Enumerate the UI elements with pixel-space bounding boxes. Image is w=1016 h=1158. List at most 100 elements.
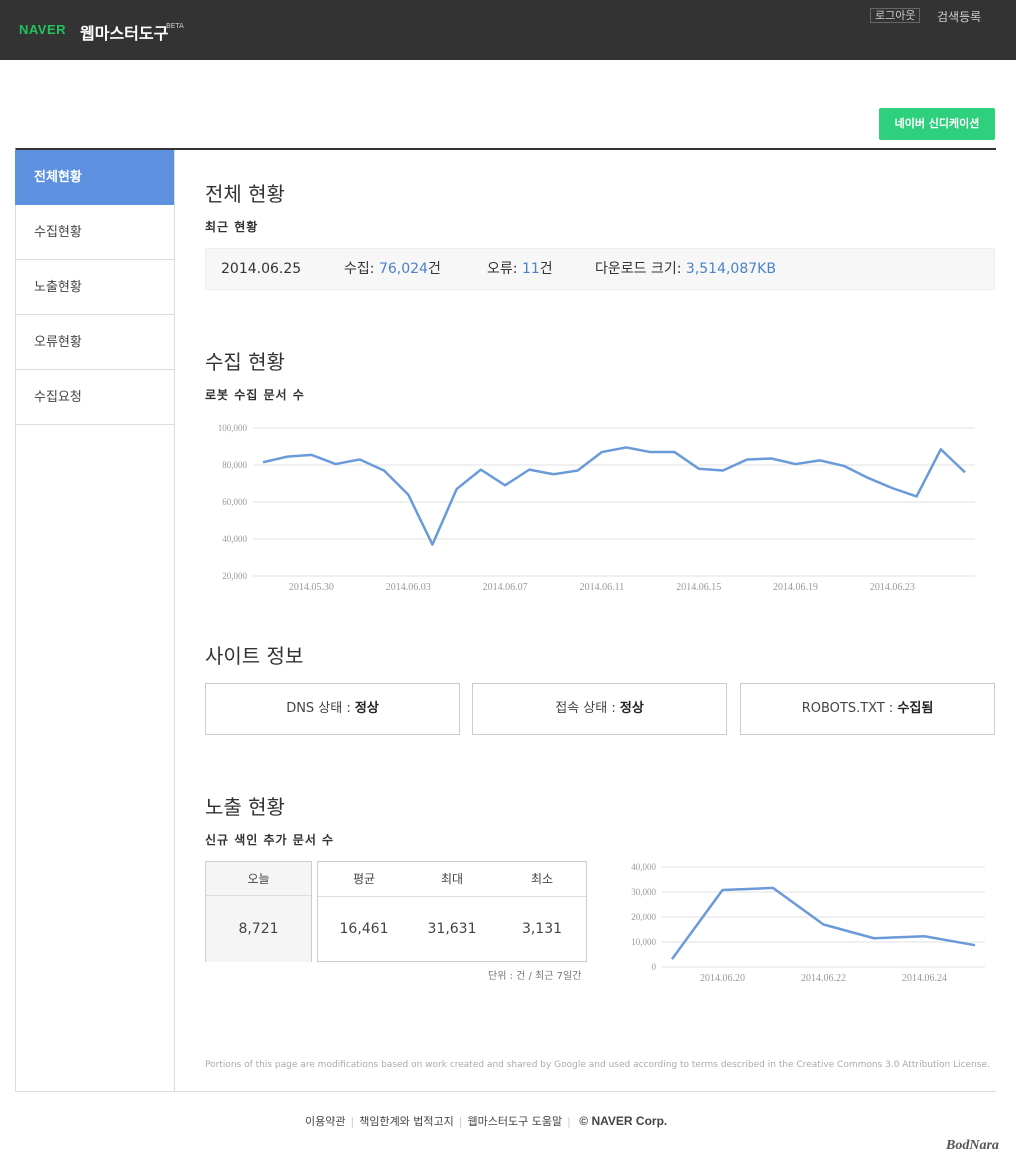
- max-value: 31,631: [427, 921, 477, 937]
- data-point[interactable]: [623, 444, 629, 450]
- x-tick-label: 2014.06.22: [801, 973, 846, 984]
- license-text: Portions of this page are modifications …: [205, 1060, 990, 1070]
- crawl-line-chart: 20,000 40,000 60,000 80,000 100,000 2014.05.3…: [218, 423, 975, 593]
- data-point[interactable]: [817, 457, 823, 463]
- data-point[interactable]: [793, 461, 799, 467]
- app-name[interactable]: 웹마스터도구: [80, 20, 168, 44]
- today-value: 8,721: [206, 896, 311, 962]
- data-point[interactable]: [357, 456, 363, 462]
- robots-status-box: ROBOTS.TXT : 수집됨: [740, 683, 995, 735]
- footer: 이용약관 | 책임한계와 법적고지 | 웹마스터도구 도움말 | © NAVER Corp…: [305, 1114, 668, 1128]
- crawl-title: 수집 현황: [205, 350, 285, 374]
- data-point[interactable]: [672, 449, 678, 455]
- data-point[interactable]: [405, 492, 411, 498]
- data-point[interactable]: [575, 468, 581, 474]
- data-point[interactable]: [972, 942, 978, 948]
- data-point[interactable]: [922, 933, 928, 939]
- min-label: 최소: [530, 872, 554, 886]
- x-tick-label: 2014.06.15: [676, 582, 721, 593]
- data-point[interactable]: [770, 885, 776, 891]
- robots-status-value: 수집됨: [897, 701, 934, 716]
- watermark-logo: BodNara: [946, 1138, 999, 1153]
- x-tick-label: 2014.06.19: [773, 582, 818, 593]
- data-point[interactable]: [308, 452, 314, 458]
- data-point[interactable]: [502, 482, 508, 488]
- logout-button[interactable]: 로그아웃: [870, 8, 921, 23]
- download-size: 다운로드 크기: 3,514,087KB: [595, 261, 776, 277]
- data-point[interactable]: [841, 463, 847, 469]
- crawl-subtitle: 로봇 수집 문서 수: [205, 388, 305, 402]
- data-point[interactable]: [744, 456, 750, 462]
- robots-status-label: ROBOTS.TXT :: [801, 701, 894, 716]
- data-point[interactable]: [284, 454, 290, 460]
- recent-date: 2014.06.25: [221, 261, 302, 277]
- data-point[interactable]: [871, 935, 877, 941]
- footer-terms-link[interactable]: 이용약관: [305, 1115, 345, 1128]
- data-point[interactable]: [526, 467, 532, 473]
- data-point[interactable]: [429, 542, 435, 548]
- data-point[interactable]: [647, 449, 653, 455]
- today-stat-box: 오늘 8,721: [205, 861, 312, 962]
- y-tick-label: 60,000: [222, 497, 247, 507]
- today-label: 오늘: [206, 862, 311, 896]
- summary-stat-box: 평균 최대 최소 16,461 31,631 3,131: [317, 861, 587, 962]
- data-point[interactable]: [720, 468, 726, 474]
- data-point[interactable]: [938, 446, 944, 452]
- data-point[interactable]: [696, 466, 702, 472]
- data-point[interactable]: [260, 459, 266, 465]
- crawl-count: 수집: 76,024건: [344, 261, 441, 277]
- exposure-line-chart: 0 10,000 20,000 30,000 40,000 2014.06.20 2014.…: [631, 862, 985, 984]
- data-point[interactable]: [381, 468, 387, 474]
- y-tick-label: 30,000: [631, 887, 656, 897]
- data-point[interactable]: [768, 456, 774, 462]
- max-label: 최대: [440, 872, 464, 886]
- min-value: 3,131: [521, 921, 563, 937]
- series-line: [262, 446, 966, 546]
- dns-status-value: 정상: [354, 701, 379, 716]
- data-point[interactable]: [599, 449, 605, 455]
- naver-logo[interactable]: NAVER: [19, 22, 66, 37]
- access-status-label: 접속 상태 :: [555, 701, 616, 716]
- footer-disclaimer-link[interactable]: 책임한계와 법적고지: [359, 1115, 454, 1128]
- sidebar-item-overview[interactable]: 전체현황: [15, 150, 174, 205]
- sidebar-item-errors[interactable]: 오류현황: [15, 315, 174, 370]
- y-tick-label: 40,000: [631, 862, 656, 872]
- data-point[interactable]: [454, 486, 460, 492]
- x-tick-label: 2014.06.07: [483, 582, 528, 593]
- data-point[interactable]: [821, 922, 827, 928]
- footer-help-link[interactable]: 웹마스터도구 도움말: [468, 1115, 563, 1128]
- sidebar-item-exposure[interactable]: 노출현황: [15, 260, 174, 315]
- data-point[interactable]: [550, 471, 556, 477]
- y-tick-label: 10,000: [631, 937, 656, 947]
- y-tick-label: 0: [652, 962, 657, 972]
- x-tick-label: 2014.06.24: [902, 973, 947, 984]
- data-point[interactable]: [962, 469, 968, 475]
- x-tick-label: 2014.05.30: [289, 582, 334, 593]
- sidebar-item-crawl-request[interactable]: 수집요청: [15, 370, 174, 425]
- y-tick-label: 100,000: [218, 423, 248, 433]
- data-point[interactable]: [720, 887, 726, 893]
- data-point[interactable]: [914, 493, 920, 499]
- data-point[interactable]: [333, 461, 339, 467]
- data-point[interactable]: [669, 956, 675, 962]
- syndication-button[interactable]: 네이버 신디케이션: [879, 108, 995, 140]
- overview-subtitle: 최근 현황: [205, 220, 259, 234]
- data-point[interactable]: [889, 485, 895, 491]
- top-bar: NAVER 웹마스터도구 BETA 로그아웃 검색등록: [0, 0, 1016, 60]
- recent-status-bar: 2014.06.25 수집: 76,024건 오류: 11건 다운로드 크기: …: [205, 248, 995, 290]
- y-tick-label: 20,000: [631, 912, 656, 922]
- y-tick-label: 80,000: [222, 460, 247, 470]
- x-tick-label: 2014.06.11: [580, 582, 625, 593]
- avg-value: 16,461: [339, 921, 389, 937]
- y-tick-label: 40,000: [222, 534, 247, 544]
- footer-copyright: © NAVER Corp.: [579, 1114, 668, 1128]
- sidebar-item-crawl[interactable]: 수집현황: [15, 205, 174, 260]
- exposure-title: 노출 현황: [205, 795, 285, 819]
- dns-status-box: DNS 상태 : 정상: [205, 683, 460, 735]
- data-point[interactable]: [478, 467, 484, 473]
- data-point[interactable]: [865, 475, 871, 481]
- y-tick-label: 20,000: [222, 571, 247, 581]
- search-register-link[interactable]: 검색등록: [937, 8, 981, 25]
- x-tick-label: 2014.06.23: [870, 582, 915, 593]
- site-info-title: 사이트 정보: [205, 644, 304, 668]
